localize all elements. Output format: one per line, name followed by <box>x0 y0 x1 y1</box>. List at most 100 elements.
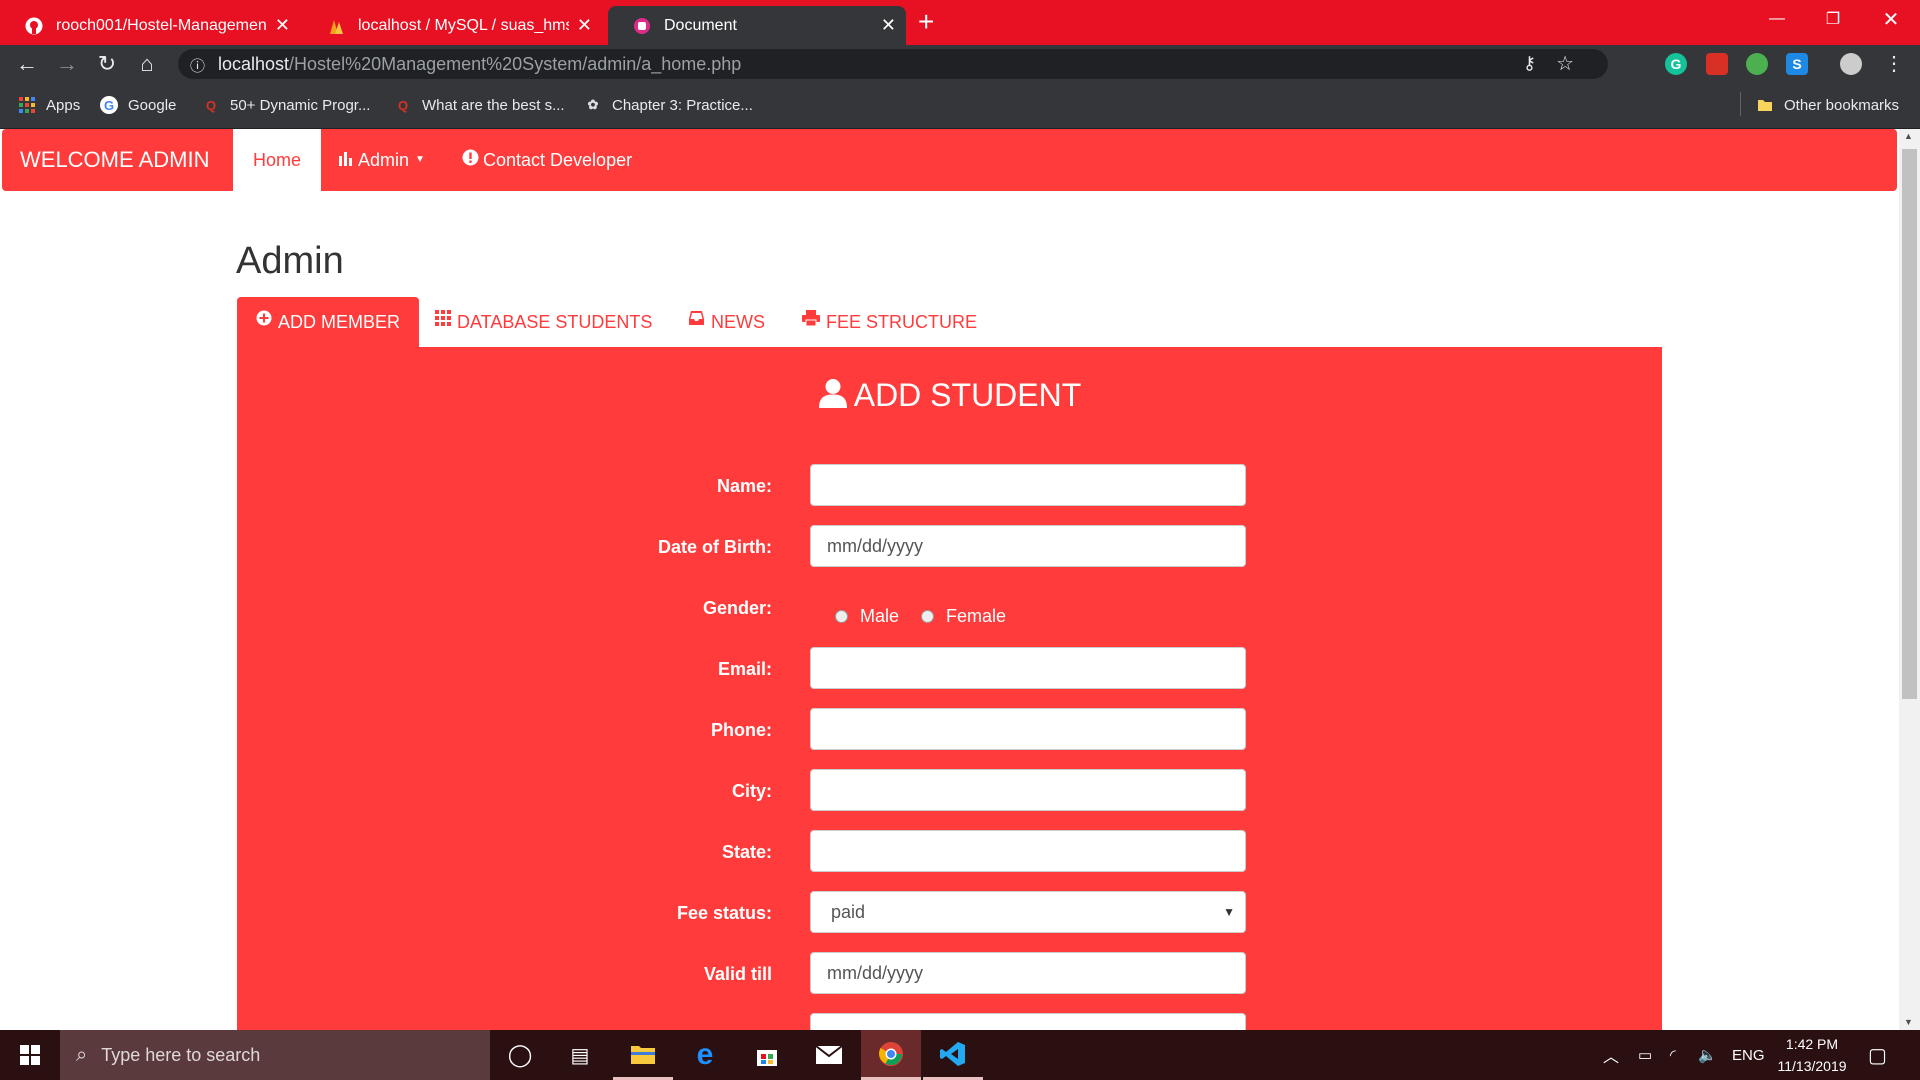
browser-tab-phpmyadmin[interactable]: localhost / MySQL / suas_hms / f ✕ <box>302 6 602 45</box>
bookmark-what-are-the-best[interactable]: Q What are the best s... <box>394 94 565 116</box>
reload-icon[interactable]: ↻ <box>89 45 125 82</box>
gender-radio-group: Male Female <box>835 594 1006 638</box>
scroll-up-icon[interactable]: ▲ <box>1904 131 1913 141</box>
back-icon[interactable]: ← <box>9 45 45 82</box>
tab-database-students[interactable]: DATABASE STUDENTS <box>435 297 652 347</box>
nav-admin-dropdown[interactable]: Admin ▼ <box>338 129 425 191</box>
chrome-icon[interactable] <box>861 1030 921 1080</box>
bookmark-label: Apps <box>46 96 81 114</box>
address-bar[interactable]: ⓘ localhost/Hostel%20Management%20System… <box>178 49 1608 79</box>
file-explorer-icon[interactable] <box>613 1030 673 1080</box>
row-dob: Date of Birth: mm/dd/yyyy <box>237 525 1662 569</box>
browser-tab-github[interactable]: rooch001/Hostel-Management-S ✕ <box>0 6 300 45</box>
cortana-icon[interactable]: ◯ <box>490 1030 550 1080</box>
edge-icon[interactable]: e <box>675 1030 735 1080</box>
clock[interactable]: 1:42 PM 11/13/2019 <box>1772 1030 1852 1080</box>
star-icon[interactable]: ☆ <box>1556 51 1574 76</box>
name-input[interactable] <box>810 464 1246 506</box>
extension-s-icon[interactable]: S <box>1786 53 1808 75</box>
bookmark-chapter-3[interactable]: ✿ Chapter 3: Practice... <box>584 94 753 116</box>
fee-status-select[interactable]: paid ▼ <box>810 891 1246 933</box>
nav-home[interactable]: Home <box>233 129 322 191</box>
label-city: City: <box>732 781 772 801</box>
info-icon[interactable]: ⓘ <box>190 55 205 76</box>
browser-tab-document[interactable]: Document ✕ <box>608 6 906 45</box>
windows-start-icon[interactable] <box>0 1030 60 1080</box>
male-label: Male <box>860 605 900 626</box>
wifi-icon[interactable]: ◜ <box>1670 1030 1676 1080</box>
grammarly-icon[interactable]: G <box>1665 53 1687 75</box>
volume-icon[interactable]: 🔈 <box>1698 1030 1717 1080</box>
key-icon[interactable]: ⚷ <box>1523 53 1536 74</box>
exclamation-circle-icon <box>462 129 479 191</box>
document-icon <box>632 16 652 36</box>
search-placeholder: Type here to search <box>101 1044 261 1065</box>
row-gender: Gender: Male Female <box>237 586 1662 630</box>
valid-till-input[interactable]: mm/dd/yyyy <box>810 952 1246 994</box>
user-icon <box>818 378 848 416</box>
row-valid-till: Valid till mm/dd/yyyy <box>237 952 1662 996</box>
close-tab-icon[interactable]: ✕ <box>881 15 896 36</box>
restore-button[interactable]: ❐ <box>1808 0 1858 38</box>
row-email: Email: <box>237 647 1662 691</box>
phpmyadmin-icon <box>326 16 346 36</box>
female-label: Female <box>946 605 1007 626</box>
store-icon[interactable] <box>737 1030 797 1080</box>
extension-red-icon[interactable] <box>1706 53 1728 75</box>
close-tab-icon[interactable]: ✕ <box>275 15 290 36</box>
bookmark-other[interactable]: Other bookmarks <box>1756 94 1899 116</box>
female-radio[interactable] <box>921 609 935 623</box>
forward-icon[interactable]: → <box>49 45 85 82</box>
scroll-down-icon[interactable]: ▼ <box>1904 1017 1913 1027</box>
tab-fee-structure[interactable]: FEE STRUCTURE <box>802 297 977 347</box>
google-icon: G <box>100 96 118 114</box>
state-input[interactable] <box>810 830 1246 872</box>
email-input[interactable] <box>810 647 1246 689</box>
url-host: localhost <box>218 53 290 74</box>
bookmark-google[interactable]: G Google <box>100 94 176 116</box>
new-tab-button[interactable]: + <box>918 5 934 39</box>
close-window-button[interactable]: ✕ <box>1866 0 1916 38</box>
clock-date: 11/13/2019 <box>1777 1058 1847 1074</box>
nav-contact-developer[interactable]: Contact Developer <box>462 129 632 191</box>
language-indicator[interactable]: ENG <box>1732 1030 1765 1080</box>
tab-label: NEWS <box>711 312 765 332</box>
fee-status-value: paid <box>831 902 866 922</box>
vscode-icon[interactable] <box>923 1030 983 1080</box>
notifications-icon[interactable]: ▢ <box>1868 1030 1887 1080</box>
form-title-text: ADD STUDENT <box>853 377 1082 413</box>
profile-avatar[interactable] <box>1840 53 1862 75</box>
tab-add-member[interactable]: ADD MEMBER <box>237 297 420 347</box>
home-icon[interactable]: ⌂ <box>129 45 165 82</box>
folder-icon <box>1756 96 1774 114</box>
tab-title: rooch001/Hostel-Management-S <box>56 16 267 34</box>
row-phone: Phone: <box>237 708 1662 752</box>
url-path: /Hostel%20Management%20System/admin/a_ho… <box>289 53 742 74</box>
mail-icon[interactable] <box>799 1030 859 1080</box>
show-hidden-icons[interactable]: ︿ <box>1603 1030 1619 1080</box>
dob-input[interactable]: mm/dd/yyyy <box>810 525 1246 567</box>
menu-icon[interactable]: ⋮ <box>1876 45 1912 82</box>
minimize-button[interactable]: — <box>1752 0 1802 38</box>
apple-icon: ✿ <box>587 97 599 112</box>
browser-toolbar: ← → ↻ ⌂ ⓘ localhost/Hostel%20Management%… <box>0 45 1920 82</box>
battery-icon[interactable]: ▭ <box>1638 1030 1652 1080</box>
scrollbar-thumb[interactable] <box>1902 149 1917 699</box>
bar-chart-icon <box>338 129 354 191</box>
clock-time: 1:42 PM <box>1785 1036 1839 1052</box>
male-radio[interactable] <box>835 609 848 623</box>
bookmark-dynamic-programming[interactable]: Q 50+ Dynamic Progr... <box>202 94 371 116</box>
bookmark-apps[interactable]: Apps <box>18 94 80 116</box>
phone-input[interactable] <box>810 708 1246 750</box>
label-fee-status: Fee status: <box>676 903 772 923</box>
task-view-icon[interactable]: ▤ <box>550 1030 610 1080</box>
label-phone: Phone: <box>711 720 772 740</box>
page-scrollbar[interactable]: ▲ ▼ <box>1899 129 1920 1030</box>
taskbar-search-box[interactable]: ⌕ Type here to search <box>60 1030 490 1080</box>
navbar-brand[interactable]: WELCOME ADMIN <box>20 129 209 191</box>
city-input[interactable] <box>810 769 1246 811</box>
extension-green-icon[interactable] <box>1746 53 1768 75</box>
close-tab-icon[interactable]: ✕ <box>577 15 592 36</box>
tab-news[interactable]: NEWS <box>688 297 765 347</box>
label-gender: Gender: <box>702 598 772 618</box>
